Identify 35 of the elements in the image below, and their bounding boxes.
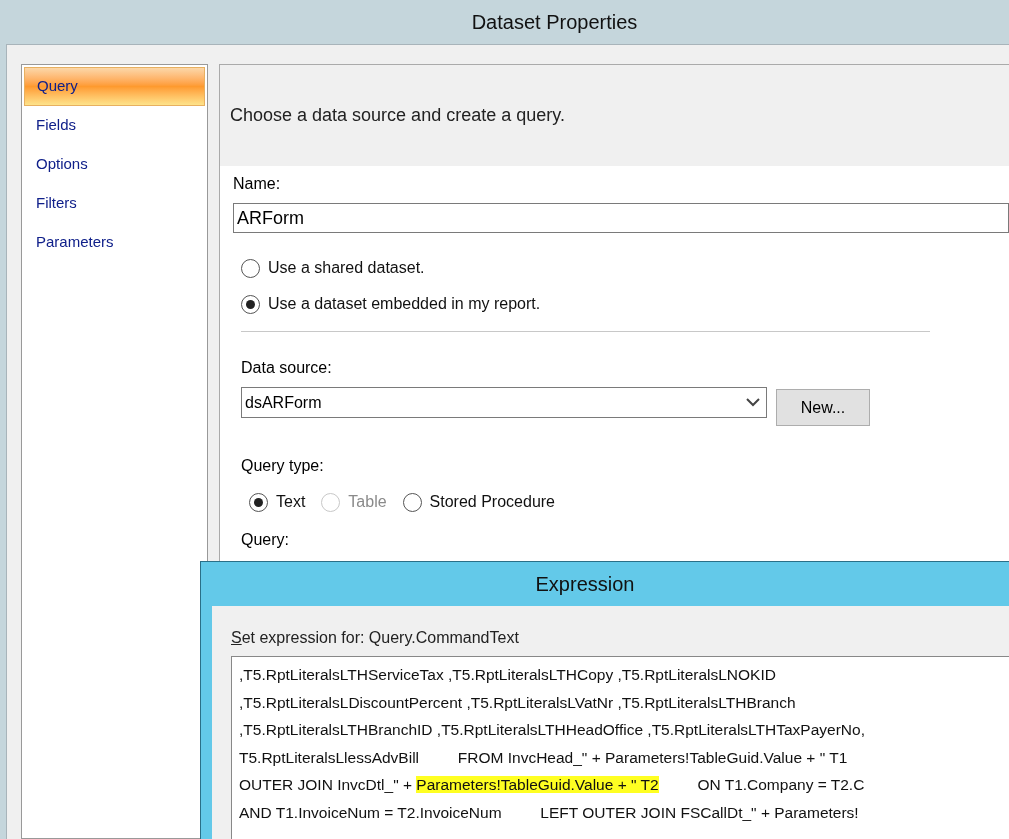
radio-button[interactable] — [249, 492, 268, 512]
code-text: ,T5.RptLiteralsLTHServiceTax ,T5.RptLiteralsLTHCopy ,T5.RptLiteralsLNOKID — [239, 666, 776, 683]
code-text: ,T5.RptLiteralsLDiscountPercent ,T5.RptLiteralsLVatNr ,T5.RptLiteralsLTHBranch — [239, 693, 796, 711]
sidebar-item[interactable]: Options — [24, 145, 205, 184]
window-title: Dataset Properties — [471, 10, 638, 35]
name-field[interactable]: ARForm — [233, 203, 1009, 233]
query-type-label: Query type: — [241, 456, 324, 476]
data-source-label: Data source: — [241, 358, 332, 378]
code-text: OUTER JOIN InvcDtl_" + — [239, 776, 414, 793]
radio-label: Stored Procedure — [429, 492, 555, 512]
sidebar-item[interactable]: Query — [24, 67, 205, 106]
data-source-dropdown[interactable]: dsARForm — [241, 387, 767, 418]
expression-label: Set expression for: Query.CommandText — [231, 628, 519, 648]
expression-editor[interactable] — [231, 656, 1009, 839]
query-label: Query: — [241, 530, 289, 550]
code-text: AND T1.InvoiceNum = T2.InvoiceNum LEFT OUTER JOIN FSCallDt_" + Parameters! — [239, 803, 859, 821]
page-heading: Choose a data source and create a query. — [230, 104, 565, 127]
code-text: Parameters!TableGuid.Value + " T2 — [416, 776, 659, 793]
new-button[interactable]: New... — [776, 389, 870, 426]
radio-label: Table — [348, 492, 387, 512]
radio-button[interactable] — [241, 294, 260, 314]
dialog-title: Expression — [535, 572, 635, 597]
radio-label: Use a shared dataset. — [268, 258, 425, 278]
name-label: Name: — [233, 174, 281, 194]
sidebar-item[interactable]: Filters — [24, 184, 205, 223]
radio-button[interactable] — [241, 258, 260, 278]
code-text: ,T5.RptLiteralsLTHBranchID ,T5.RptLiteralsLTHHeadOffice ,T5.RptLiteralsLTHTaxPayerNo, — [239, 721, 865, 738]
radio-button[interactable] — [402, 492, 422, 512]
code-text: T5.RptLiteralsLlessAdvBill FROM InvcHead_" + Parameters!TableGuid.Value + " T1 — [239, 748, 848, 766]
code-text: ON T1.Company = T2.C — [696, 776, 865, 793]
radio-label: Text — [276, 492, 306, 512]
sidebar-item[interactable]: Parameters — [24, 223, 205, 262]
sidebar-item[interactable]: Fields — [24, 106, 205, 145]
radio-label: Use a dataset embedded in my report. — [268, 294, 541, 314]
chevron-down-icon — [746, 398, 760, 407]
